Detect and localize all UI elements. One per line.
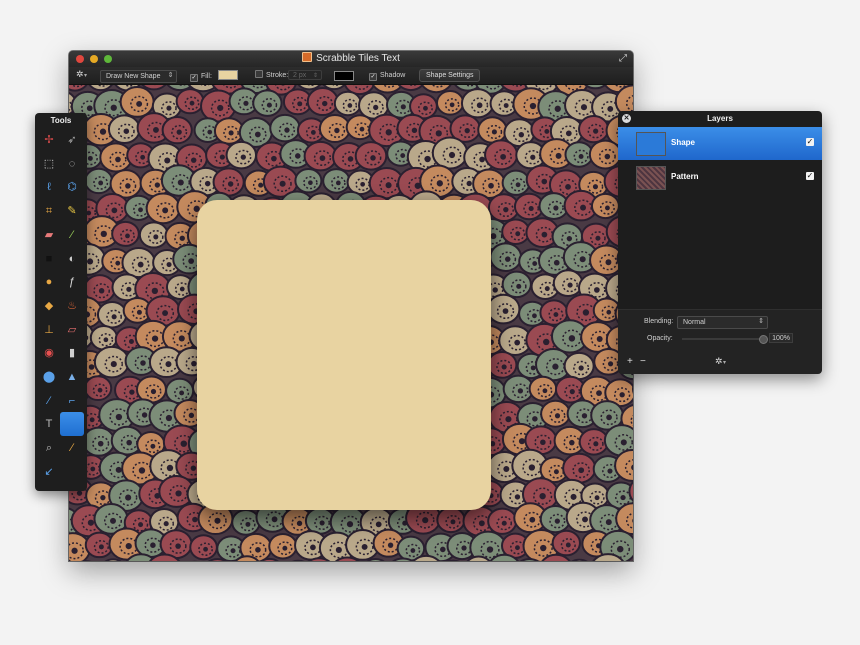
blending-select-value: Normal: [683, 319, 706, 326]
opacity-value-field[interactable]: 100%: [769, 333, 793, 343]
window-title-text: Scrabble Tiles Text: [316, 53, 400, 64]
paint-bucket-icon[interactable]: ◆: [38, 295, 60, 317]
drop-icon[interactable]: ⬤: [38, 366, 60, 388]
crop-icon[interactable]: ⌗: [38, 200, 60, 222]
fill-control: ✓ Fill:: [190, 70, 238, 82]
add-layer-button[interactable]: +: [627, 356, 633, 367]
layers-panel: ✕ Layers Shape ✓ Pattern ✓ Blending: Nor…: [618, 111, 822, 374]
gradient-icon[interactable]: ◐: [61, 248, 83, 270]
stroke-label: Stroke:: [266, 72, 289, 79]
window-title: Scrabble Tiles Text: [69, 52, 633, 66]
opacity-slider-knob[interactable]: [759, 335, 768, 344]
shape-mode-select-value: Draw New Shape: [106, 73, 161, 80]
shape-mode-select[interactable]: Draw New Shape ⇕: [100, 70, 178, 83]
opacity-label: Opacity:: [647, 335, 673, 342]
shape-icon[interactable]: [60, 412, 84, 437]
stroke-checkbox[interactable]: [255, 70, 263, 78]
stroke-control: Stroke:: [255, 70, 288, 81]
fill-icon[interactable]: ●: [38, 271, 60, 293]
shadow-control: ✓ Shadow: [369, 70, 405, 81]
main-window: Scrabble Tiles Text ⤢ ✲ ▾ Draw New Shape…: [69, 51, 633, 561]
path-icon[interactable]: ⌐: [61, 390, 83, 412]
tools-panel: Tools ✢ ➶ ⬚ ◌ ℓ ⌬ ⌗ ✎ ▰ ⁄ ■ ◐ ● ƒ ◆ ♨ ⊥ ▱ ◉ ▮ ⬤ ▲ ∕ ⌐ T ⌕ ∕ ↙: [35, 113, 87, 491]
image-canvas[interactable]: [69, 85, 633, 561]
stroke-size-stepper[interactable]: 2 px ⇕: [288, 70, 322, 80]
brush-icon[interactable]: ⁄: [61, 224, 83, 246]
layer-gear-icon[interactable]: ✲: [715, 356, 723, 367]
pen-icon[interactable]: ∕: [38, 390, 60, 412]
polygon-lasso-icon[interactable]: ⌬: [61, 176, 83, 198]
layer-name: Shape: [671, 138, 696, 147]
sharpen-icon[interactable]: ▲: [61, 366, 83, 388]
select-arrows-icon: ⇕: [758, 318, 764, 325]
smudge-icon[interactable]: ƒ: [61, 271, 83, 293]
shadow-label: Shadow: [380, 72, 406, 79]
gear-dropdown-chevron-icon[interactable]: ▾: [84, 71, 87, 82]
layer-visibility-checkbox[interactable]: ✓: [806, 138, 814, 146]
eraser-icon[interactable]: ▰: [38, 224, 60, 246]
scrabble-tile-shape[interactable]: [197, 200, 491, 510]
layer-properties: Blending: Normal ⇕ Opacity: 100% + − ✲ ▾: [618, 309, 822, 374]
pencil-icon[interactable]: ✎: [61, 200, 83, 222]
document-icon: [302, 52, 313, 62]
move-icon[interactable]: ✢: [38, 129, 60, 151]
title-bar[interactable]: Scrabble Tiles Text ⤢: [69, 51, 633, 67]
measure-icon[interactable]: ↙: [38, 461, 60, 483]
remove-layer-button[interactable]: −: [640, 356, 646, 367]
gear-dropdown-chevron-icon[interactable]: ▾: [723, 359, 726, 366]
tools-panel-title: Tools: [50, 116, 72, 125]
layer-row-pattern[interactable]: Pattern ✓: [618, 161, 822, 194]
stroke-size-value: 2 px: [293, 72, 307, 79]
stamp-icon[interactable]: ⊥: [38, 319, 60, 341]
stepper-arrows-icon: ⇕: [312, 73, 318, 79]
fill-color-swatch[interactable]: [217, 70, 238, 80]
layer-row-shape[interactable]: Shape ✓: [618, 127, 822, 160]
layer-name: Pattern: [671, 172, 699, 181]
stroke-color-swatch[interactable]: [334, 71, 354, 81]
eye-icon[interactable]: ◉: [38, 342, 60, 364]
flame-icon[interactable]: ♨: [61, 295, 83, 317]
blending-select[interactable]: Normal ⇕: [677, 316, 768, 329]
blur-icon[interactable]: ▮: [61, 342, 83, 364]
color-picker-icon[interactable]: ∕: [61, 437, 83, 459]
fullscreen-icon[interactable]: ⤢: [619, 52, 627, 66]
rect-select-icon[interactable]: ⬚: [38, 153, 60, 175]
shadow-checkbox[interactable]: ✓: [369, 73, 377, 81]
fill-label: Fill:: [201, 73, 212, 80]
rectangle-icon[interactable]: ■: [38, 248, 60, 270]
fill-checkbox[interactable]: ✓: [190, 74, 198, 82]
lasso-icon[interactable]: ℓ: [38, 176, 60, 198]
shape-settings-button[interactable]: Shape Settings: [419, 69, 481, 82]
shape-toolbar: ✲ ▾ Draw New Shape ⇕ ✓ Fill: Stroke: 2 px…: [69, 67, 633, 85]
select-arrow-icon[interactable]: ➶: [61, 129, 83, 151]
select-arrows-icon: ⇕: [167, 72, 174, 79]
layers-panel-title: Layers: [707, 114, 733, 123]
gear-icon[interactable]: ✲: [76, 69, 84, 80]
zoom-icon[interactable]: ⌕: [38, 437, 60, 459]
bandage-icon[interactable]: ▱: [61, 319, 83, 341]
text-icon[interactable]: T: [38, 413, 60, 435]
layer-visibility-checkbox[interactable]: ✓: [806, 172, 814, 180]
blending-label: Blending:: [644, 318, 674, 325]
layer-thumbnail: [636, 166, 666, 190]
layer-thumbnail: [636, 132, 666, 156]
ellipse-select-icon[interactable]: ◌: [61, 153, 83, 175]
opacity-slider[interactable]: [682, 335, 768, 344]
